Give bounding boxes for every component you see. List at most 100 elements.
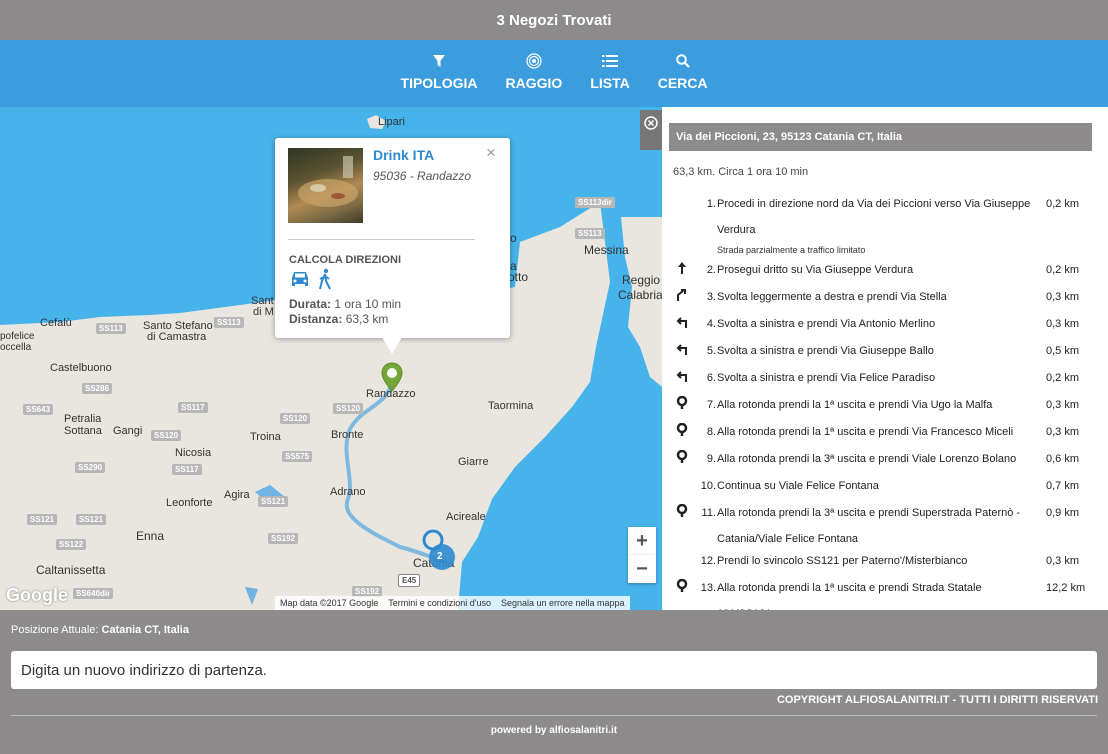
store-name[interactable]: Drink ITA [373, 147, 434, 163]
map-label: di Camastra [147, 331, 207, 343]
road-shield: SS290 [75, 462, 106, 473]
map-label: Agira [224, 489, 250, 501]
step-distance: 0,2 km [1046, 198, 1080, 210]
zoom-in-button[interactable]: + [628, 527, 656, 555]
road-shield: SS575 [282, 451, 313, 462]
cluster-count: 2 [437, 551, 443, 562]
map-label: Cefalù [40, 317, 72, 329]
direction-step: 9. Alla rotonda prendi la 3ª uscita e pre… [662, 446, 1096, 473]
list-icon [602, 52, 618, 70]
road-shield: SS640dir [73, 588, 114, 599]
powered-by-link[interactable]: powered by alfiosalanitri.it [0, 725, 1108, 736]
direction-step: 12. Prendi lo svincolo SS121 per Paterno'… [662, 548, 1096, 575]
step-text: Svolta leggermente a destra e prendi Via… [717, 291, 947, 303]
current-position: Posizione Attuale: Catania CT, Italia [11, 624, 189, 636]
popup-close-button[interactable]: × [486, 143, 496, 163]
road-shield: SS120 [151, 430, 182, 441]
map-label: otto [508, 270, 529, 284]
step-number: 13. [700, 582, 716, 594]
cluster-marker[interactable]: 2 [420, 527, 466, 573]
map-label: occella [0, 342, 32, 353]
step-text: Alla rotonda prendi la 1ª uscita e prend… [717, 399, 993, 411]
map-label: o [510, 231, 517, 245]
step-number: 3. [706, 291, 716, 303]
step-number: 5. [706, 345, 716, 357]
roundabout-icon [674, 575, 690, 601]
nav-raggio-label: RAGGIO [505, 75, 563, 91]
map-label: pofelice [0, 331, 35, 342]
direction-step: 6. Svolta a sinistra e prendi Via Felice … [662, 365, 1096, 392]
zoom-in-label: + [636, 529, 648, 552]
distance-label: Distanza: [289, 312, 343, 326]
nav-cerca[interactable]: CERCA [658, 40, 707, 91]
map-attribution: Map data ©2017 Google Termini e condizio… [275, 596, 630, 610]
road-shield: SS117 [178, 402, 208, 413]
turn-left-icon [674, 311, 690, 337]
search-icon [675, 52, 690, 70]
nav-tipologia[interactable]: TIPOLOGIA [401, 40, 478, 91]
roundabout-icon [674, 446, 690, 472]
current-position-label: Posizione Attuale: [11, 624, 99, 636]
step-instruction: Alla rotonda prendi la 3ª uscita e prend… [717, 500, 1035, 552]
step-distance: 12,2 km [1046, 582, 1086, 594]
step-number: 9. [706, 453, 716, 465]
step-instruction: Svolta a sinistra e prendi Via Antonio M… [717, 311, 1035, 337]
road-shield: SS113 [214, 317, 244, 328]
close-directions-button[interactable] [640, 110, 662, 150]
road-shield: SS286 [82, 383, 113, 394]
map-label: Bronte [331, 429, 364, 441]
report-error-link[interactable]: Segnala un errore nella mappa [495, 596, 630, 610]
road-shield: SS120 [333, 403, 364, 414]
store-popup: Drink ITA 95036 - Randazzo × CALCOLA DIR… [275, 138, 510, 338]
road-shield: SS113 [575, 228, 605, 239]
map-label: Leonforte [166, 497, 213, 509]
road-shield: SS117 [172, 464, 202, 475]
copyright-text: COPYRIGHT ALFIOSALANITRI.IT - TUTTI I DI… [776, 694, 1098, 706]
step-distance: 0,3 km [1046, 399, 1080, 411]
nav-lista[interactable]: LISTA [590, 40, 630, 91]
road-shield: SS113dir [575, 197, 615, 208]
slight-right-icon [674, 284, 690, 310]
car-icon[interactable] [289, 269, 311, 294]
map-data-credit: Map data ©2017 Google [275, 596, 384, 610]
direction-step: 1. Procedi in direzione nord da Via dei P… [662, 191, 1096, 257]
direction-step: 11. Alla rotonda prendi la 3ª uscita e pr… [662, 500, 1096, 548]
step-distance: 0,3 km [1046, 555, 1080, 567]
step-number: 10. [700, 480, 716, 492]
step-instruction: Svolta a sinistra e prendi Via Giuseppe … [717, 338, 1035, 364]
map-label: Petralia [64, 413, 102, 425]
zoom-out-button[interactable]: − [628, 555, 656, 583]
duration-label: Durata: [289, 297, 332, 311]
terms-link[interactable]: Termini e condizioni d'uso [383, 596, 496, 610]
straight-arrow-icon [674, 257, 690, 283]
road-shield: E45 [398, 574, 421, 587]
step-instruction: Alla rotonda prendi la 1ª uscita e prend… [717, 392, 1035, 418]
direction-step: 8. Alla rotonda prendi la 1ª uscita e pre… [662, 419, 1096, 446]
step-number: 11. [701, 507, 716, 519]
start-address-input[interactable] [11, 651, 1097, 689]
map-label: Lipari [378, 116, 405, 128]
direction-step: 13. Alla rotonda prendi la 1ª uscita e pr… [662, 575, 1096, 610]
step-distance: 0,3 km [1046, 291, 1080, 303]
step-distance: 0,9 km [1046, 507, 1080, 519]
directions-summary: 63,3 km. Circa 1 ora 10 min [673, 166, 809, 178]
roundabout-icon [674, 419, 690, 445]
map-label: Reggio [622, 273, 661, 287]
road-shield: SS122 [56, 539, 87, 550]
footer-divider [11, 715, 1097, 716]
step-text: Prosegui dritto su Via Giuseppe Verdura [717, 264, 914, 276]
direction-step: 2. Prosegui dritto su Via Giuseppe Verdur… [662, 257, 1096, 284]
step-instruction: Alla rotonda prendi la 3ª uscita e prend… [717, 446, 1035, 472]
step-text: Alla rotonda prendi la 1ª uscita e prend… [717, 426, 1014, 438]
walk-icon[interactable] [317, 268, 333, 295]
popup-divider [288, 239, 475, 240]
step-distance: 0,2 km [1046, 372, 1080, 384]
directions-section-title: CALCOLA DIREZIONI [289, 254, 402, 266]
step-text: Svolta a sinistra e prendi Via Antonio M… [717, 318, 936, 330]
map-label: di M [253, 306, 274, 318]
road-shield: SS120 [280, 413, 311, 424]
google-logo: Google [6, 585, 68, 605]
step-number: 4. [706, 318, 716, 330]
step-text: Continua su Viale Felice Fontana [717, 480, 879, 492]
nav-raggio[interactable]: RAGGIO [505, 40, 563, 91]
